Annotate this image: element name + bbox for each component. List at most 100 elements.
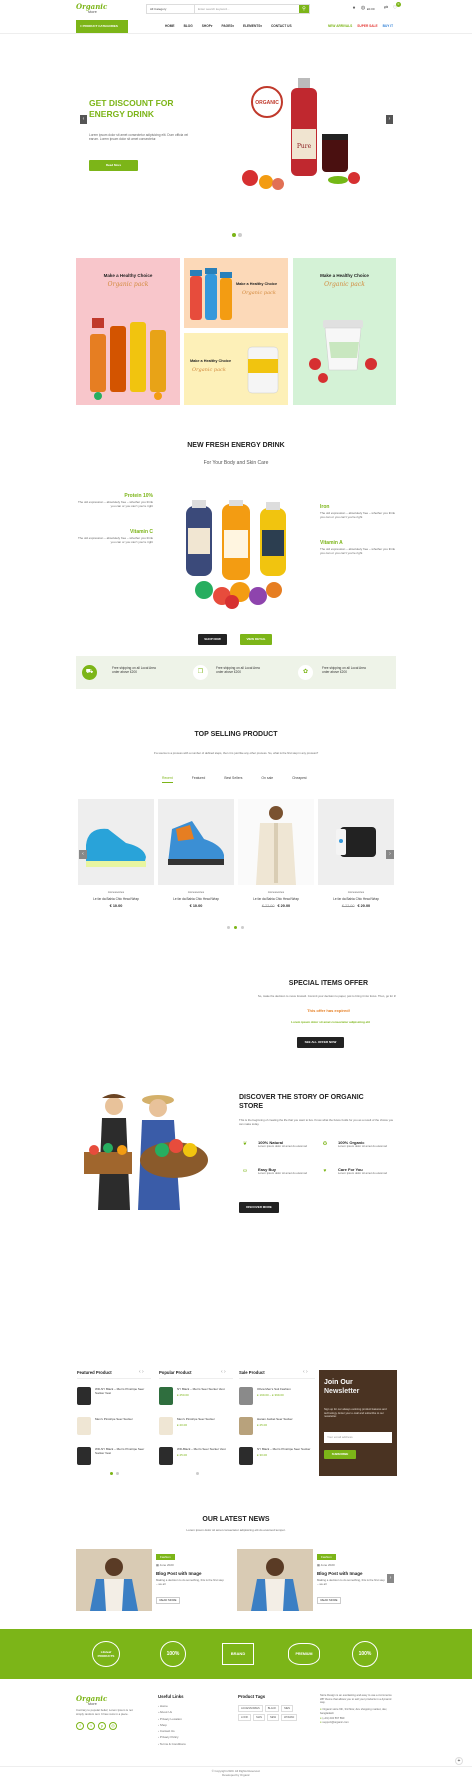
brand-logo[interactable]: BRAND xyxy=(222,1643,254,1665)
products-dot-active[interactable] xyxy=(234,926,237,929)
list-item-price: £ 199.00 – £ 399.00 xyxy=(257,1393,284,1397)
product-card[interactable]: Accessories Le far da Bahia Chic Head Wr… xyxy=(78,799,154,914)
category-select[interactable]: All Category xyxy=(147,5,195,13)
news-post-title[interactable]: Blog Post with Image xyxy=(156,1571,202,1576)
footer-email[interactable]: ● support@organic.com xyxy=(320,1721,396,1726)
nav-shop[interactable]: SHOP▾ xyxy=(202,24,213,28)
tab-recent[interactable]: Recent xyxy=(162,776,173,783)
feature-name: Vitamin C xyxy=(130,529,153,535)
brand-logo[interactable]: PREMIUM xyxy=(288,1643,320,1665)
products-dot[interactable] xyxy=(241,926,244,929)
product-name[interactable]: Le far da Bahia Chic Head Wrap xyxy=(318,897,394,901)
promo-card-3[interactable]: Make a Healthy Choice Organic pack xyxy=(184,333,288,405)
view-detail-button[interactable]: VIEW DETAIL xyxy=(240,634,272,645)
product-name[interactable]: Le far da Bahia Chic Head Wrap xyxy=(238,897,314,901)
news-post-image xyxy=(237,1549,313,1611)
tag[interactable]: MAN xyxy=(253,1714,265,1721)
tag[interactable]: ACCESSORIES xyxy=(238,1705,263,1712)
slider-dot-active[interactable] xyxy=(232,233,236,237)
brand-logo[interactable]: 100% xyxy=(352,1641,378,1667)
nav-home[interactable]: HOME xyxy=(165,24,175,28)
link-buy-it[interactable]: BUY IT xyxy=(383,24,393,28)
tag[interactable]: BLACK xyxy=(264,1705,280,1712)
list-dot-active[interactable] xyxy=(110,1472,113,1475)
promo-card-2[interactable]: Make a Healthy Choice Organic pack xyxy=(184,258,288,328)
list-item[interactable]: WD-NY Black – Men's Pinstripe Seer Sucke… xyxy=(77,1447,151,1469)
tab-cheapest[interactable]: Cheapest xyxy=(292,776,307,783)
list-item[interactable]: WD-Black – Men's Seer Sucker Vest £ 25.00 xyxy=(159,1447,233,1469)
news-post-tag[interactable]: Fashion xyxy=(156,1554,175,1560)
link-super-sale[interactable]: SUPER SALE xyxy=(357,24,377,28)
tab-featured[interactable]: Featured xyxy=(192,776,206,783)
news-next-arrow[interactable]: › xyxy=(387,1574,394,1583)
see-all-offer-button[interactable]: SEE ALL OFFER NOW xyxy=(297,1037,344,1048)
list-dot[interactable] xyxy=(116,1472,119,1475)
list-item[interactable]: WD-NY Black – Men's Pinstripe Seer Sucke… xyxy=(77,1387,151,1409)
news-post[interactable]: Fashion ▦ June 2020 Blog Post with Image… xyxy=(237,1549,387,1611)
tag[interactable]: MEN xyxy=(281,1705,294,1712)
tag[interactable]: NEW xyxy=(266,1714,280,1721)
tag[interactable]: LOOK xyxy=(238,1714,252,1721)
product-card[interactable]: Accessories Le far da Bahia Chic Head Wr… xyxy=(318,799,394,914)
news-read-more-button[interactable]: READ MORE xyxy=(156,1597,180,1604)
list-item[interactable]: NY Black – Men's Pinstripe Seer Sucker £ … xyxy=(239,1447,315,1469)
news-post-title[interactable]: Blog Post with Image xyxy=(317,1571,363,1576)
nav-contact[interactable]: CONTACT US xyxy=(271,24,292,28)
news-read-more-button[interactable]: READ MORE xyxy=(317,1597,341,1604)
list-nav-arrows[interactable]: ‹ › xyxy=(303,1369,308,1375)
news-post-tag[interactable]: Fashion xyxy=(317,1554,336,1560)
hero-prev-arrow[interactable]: ‹ xyxy=(80,115,87,124)
product-card[interactable]: Accessories Le far da Bahia Chic Head Wr… xyxy=(238,799,314,914)
list-item[interactable]: NY Black – Men's Seer Sucker Vest £ 250.0… xyxy=(159,1387,233,1409)
brand-logo[interactable]: Lifeleaf PRODUCTS xyxy=(92,1641,120,1667)
list-item[interactable]: Men's Pinstripe Seer Sucker £ 20.00 xyxy=(159,1417,233,1439)
discover-more-button[interactable]: DISCOVER MORE xyxy=(239,1202,279,1213)
promo-card-subtitle: Organic pack xyxy=(192,367,226,373)
products-dot[interactable] xyxy=(227,926,230,929)
shop-now-button[interactable]: SHOP NOW xyxy=(198,634,227,645)
categories-button[interactable]: ≡ PRODUCT CATEGORIES xyxy=(76,20,128,33)
newsletter-email-input[interactable]: Your email address xyxy=(324,1432,392,1443)
twitter-icon[interactable]: t xyxy=(87,1722,95,1731)
nav-elements[interactable]: ELEMENTS▾ xyxy=(243,24,262,28)
link-new-arrivals[interactable]: NEW ARRIVALS xyxy=(328,24,352,28)
product-name[interactable]: Le far da Bahia Chic Head Wrap xyxy=(158,897,234,901)
instagram-icon[interactable]: ◎ xyxy=(109,1722,117,1731)
compare-icon[interactable]: ⇄ xyxy=(383,5,389,11)
nav-pages[interactable]: PAGES▾ xyxy=(221,24,234,28)
list-nav-arrows[interactable]: ‹ › xyxy=(221,1369,226,1375)
list-dot[interactable] xyxy=(196,1472,199,1475)
tag[interactable]: WOMAN xyxy=(281,1714,298,1721)
products-prev-arrow[interactable]: ‹ xyxy=(79,850,87,859)
subscribe-button[interactable]: SUBSCRIBE xyxy=(324,1450,356,1459)
promo-card-4[interactable]: Make a Healthy Choice Organic pack xyxy=(293,258,396,405)
logo[interactable]: Organic store xyxy=(76,2,110,16)
list-nav-arrows[interactable]: ‹ › xyxy=(139,1369,144,1375)
top-selling-title: TOP SELLING PRODUCT xyxy=(194,731,278,738)
facebook-icon[interactable]: f xyxy=(76,1722,84,1731)
footer-link[interactable]: › Terms & Conditions xyxy=(158,1741,218,1747)
products-next-arrow[interactable]: › xyxy=(386,850,394,859)
list-item[interactable]: Men's Pinstripe Seer Sucker xyxy=(77,1417,151,1439)
developer-text: Developed by Organic xyxy=(222,1773,250,1777)
hero-read-more-button[interactable]: Read More xyxy=(89,160,138,171)
slider-dot[interactable] xyxy=(238,233,242,237)
tab-on-sale[interactable]: On sale xyxy=(261,776,273,783)
product-name[interactable]: Le far da Bahia Chic Head Wrap xyxy=(78,897,154,901)
news-post[interactable]: Fashion ▦ June 2020 Blog Post with Image… xyxy=(76,1549,226,1611)
list-item[interactable]: Olivia Men's Suit Fashion £ 199.00 – £ 39… xyxy=(239,1387,315,1409)
cart-icon[interactable]: ◍ xyxy=(360,5,366,11)
nav-blog[interactable]: BLOG xyxy=(184,24,193,28)
product-card[interactable]: Accessories Le far da Bahia Chic Head Wr… xyxy=(158,799,234,914)
promo-card-1[interactable]: Make a Healthy Choice Organic pack xyxy=(76,258,180,405)
list-item[interactable]: Hanan Jacket Seer Sucker £ 25.00 xyxy=(239,1417,315,1439)
tab-best-sellers[interactable]: Best Sellers xyxy=(224,776,242,783)
search-button[interactable]: ⚲ xyxy=(299,5,309,13)
search-input[interactable]: Enter search keyword... xyxy=(195,5,299,13)
brand-logo[interactable]: 100% xyxy=(160,1641,186,1667)
hero-next-arrow[interactable]: › xyxy=(386,115,393,124)
pinterest-icon[interactable]: p xyxy=(98,1722,106,1731)
back-to-top-button[interactable]: + xyxy=(455,1757,463,1765)
user-icon[interactable]: ● xyxy=(351,5,357,11)
list-item-price: £ 20.00 xyxy=(177,1423,188,1427)
